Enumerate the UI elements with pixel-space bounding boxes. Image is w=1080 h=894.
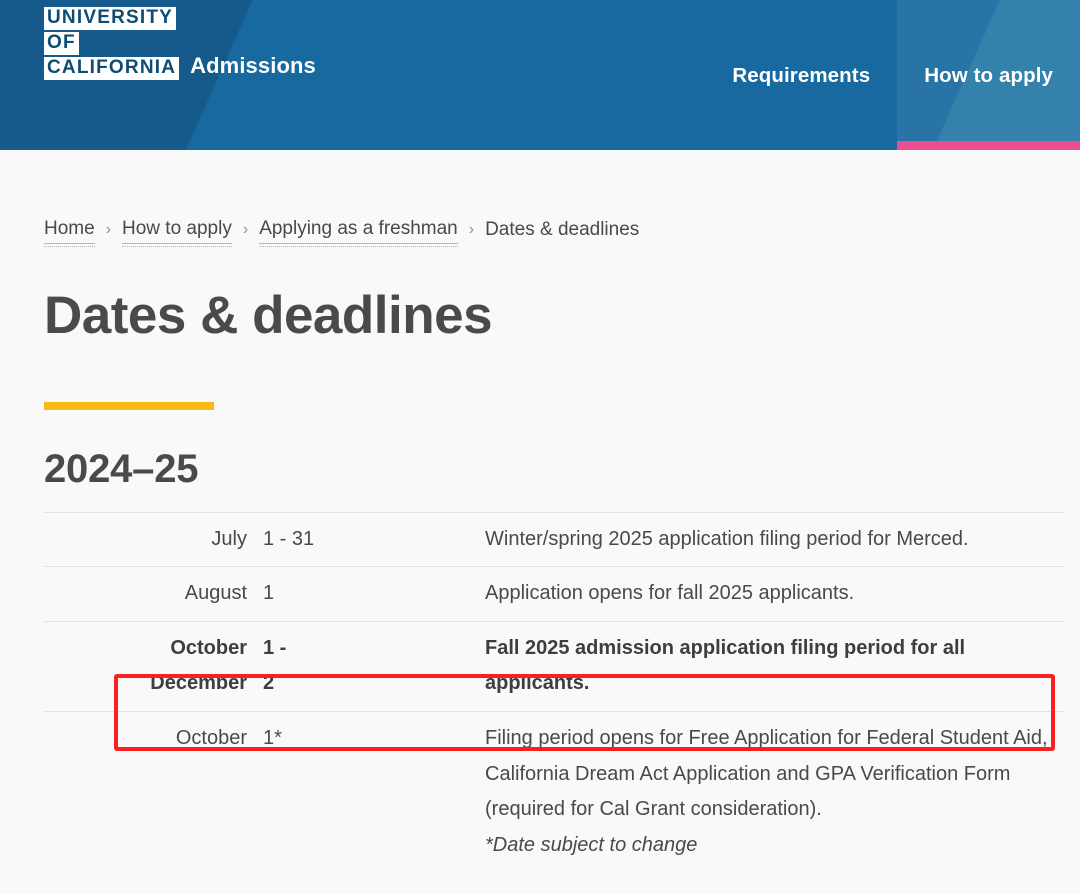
- uc-logo-line-of: OF: [44, 32, 79, 55]
- table-row-highlighted: October December 1 - 2 Fall 2025 admission…: [44, 621, 1065, 711]
- table-row: July 1 - 31 Winter/spring 2025 applicati…: [44, 512, 1065, 567]
- breadcrumb-item-how-to-apply[interactable]: How to apply: [122, 218, 232, 244]
- main-content: Home › How to apply › Applying as a fres…: [0, 218, 1080, 872]
- row-month: July: [44, 512, 263, 567]
- row-day: 1: [263, 567, 485, 622]
- table-row: August 1 Application opens for fall 2025…: [44, 567, 1065, 622]
- table-row: October 1* Filing period opens for Free …: [44, 712, 1065, 873]
- brand-subtitle: Admissions: [190, 53, 316, 80]
- row-day: 1 - 2: [263, 621, 485, 711]
- active-tab-underline: [897, 141, 1080, 150]
- brand-lockup[interactable]: UNIVERSITY OF CALIFORNIA Admissions: [44, 7, 316, 80]
- breadcrumb-separator-icon: ›: [243, 222, 248, 238]
- row-month: October December: [44, 621, 263, 711]
- breadcrumb-item-dates-deadlines: Dates & deadlines: [485, 219, 639, 244]
- nav-item-how-to-apply-label: How to apply: [924, 64, 1053, 88]
- breadcrumb-separator-icon: ›: [106, 222, 111, 238]
- row-day-line1: 1 -: [263, 637, 286, 659]
- dates-deadlines-table: July 1 - 31 Winter/spring 2025 applicati…: [44, 512, 1065, 873]
- row-day: 1 - 31: [263, 512, 485, 567]
- row-description-cell: Filing period opens for Free Application…: [485, 712, 1065, 873]
- breadcrumb-item-home[interactable]: Home: [44, 218, 95, 244]
- row-month-line1: October: [170, 637, 247, 659]
- row-month: August: [44, 567, 263, 622]
- row-description: Filing period opens for Free Application…: [485, 727, 1048, 820]
- nav-item-requirements[interactable]: Requirements: [705, 0, 897, 150]
- row-description: Winter/spring 2025 application filing pe…: [485, 512, 1065, 567]
- page-title: Dates & deadlines: [44, 288, 1080, 344]
- uc-logo: UNIVERSITY OF CALIFORNIA: [44, 7, 179, 80]
- nav-item-requirements-label: Requirements: [732, 64, 870, 88]
- main-navigation: Requirements How to apply: [705, 0, 1080, 150]
- row-month: October: [44, 712, 263, 873]
- row-day: 1*: [263, 712, 485, 873]
- site-header: UNIVERSITY OF CALIFORNIA Admissions Requ…: [0, 0, 1080, 150]
- row-description: Application opens for fall 2025 applican…: [485, 567, 1065, 622]
- breadcrumb-separator-icon: ›: [469, 222, 474, 238]
- nav-item-how-to-apply[interactable]: How to apply: [897, 0, 1080, 150]
- breadcrumb-item-applying-as-a-freshman[interactable]: Applying as a freshman: [259, 218, 458, 244]
- uc-logo-line-california: CALIFORNIA: [44, 57, 179, 80]
- uc-logo-line-university: UNIVERSITY: [44, 7, 176, 30]
- year-heading: 2024–25: [44, 447, 1080, 492]
- row-month-line2: December: [150, 672, 247, 694]
- row-description: Fall 2025 admission application filing p…: [485, 621, 1065, 711]
- breadcrumb: Home › How to apply › Applying as a fres…: [44, 218, 1080, 244]
- gold-divider: [44, 402, 214, 410]
- row-day-line2: 2: [263, 672, 274, 694]
- row-footnote: *Date subject to change: [485, 828, 1059, 864]
